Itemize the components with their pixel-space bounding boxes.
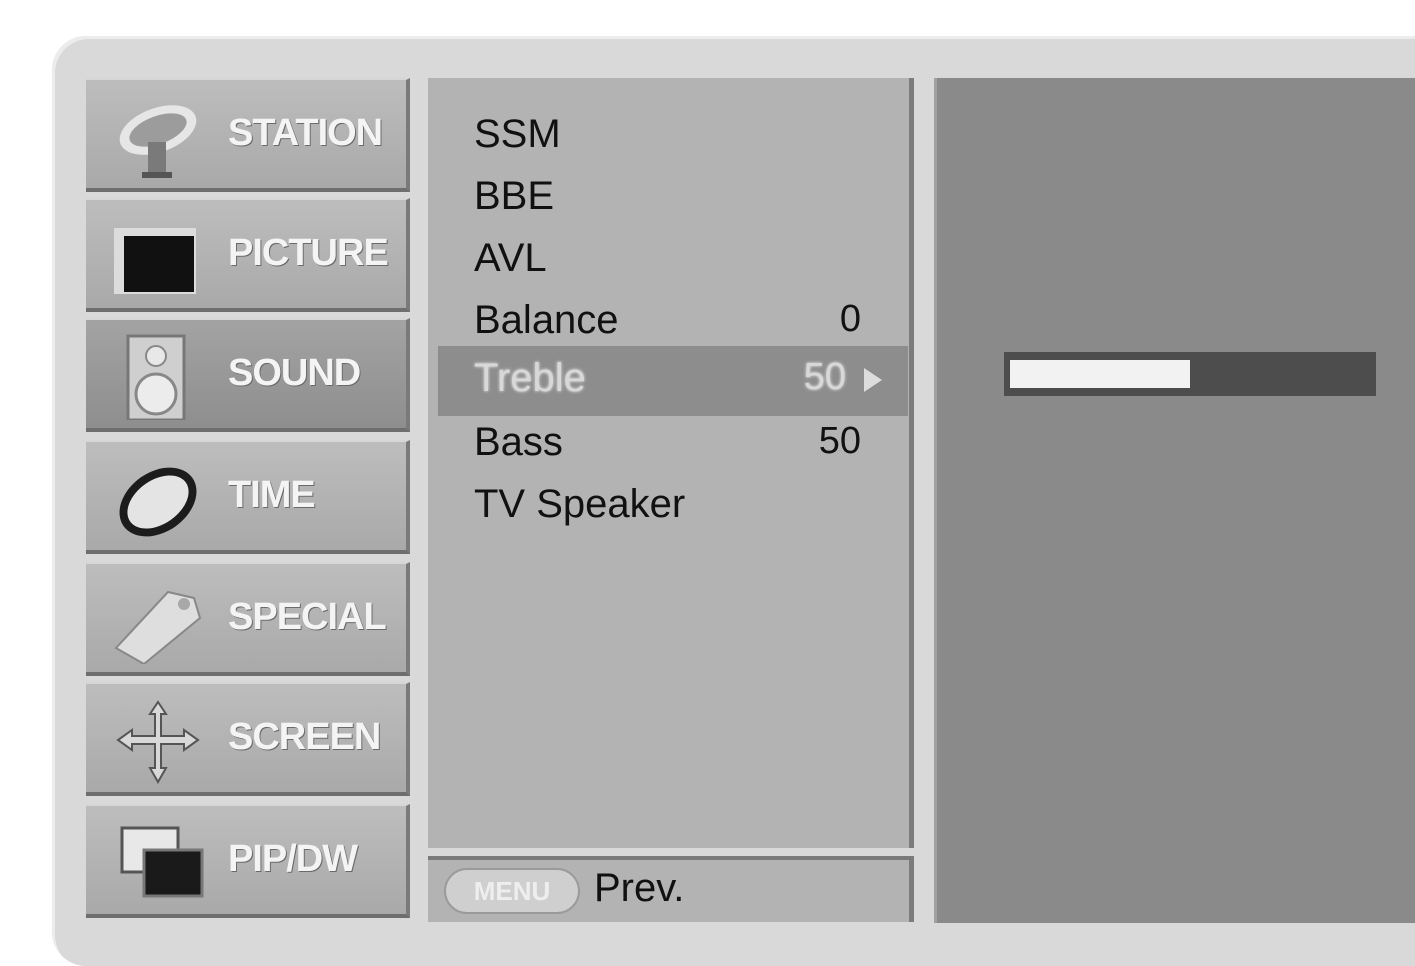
option-treble[interactable]: Treble 50 (438, 346, 908, 416)
arrow-right-icon (864, 368, 882, 392)
category-pip-dw[interactable]: PIP/DW (86, 804, 410, 918)
category-menu: STATION PICTURE SOUND TIME SPECIAL SCREE… (86, 78, 412, 923)
option-balance[interactable]: Balance 0 (428, 288, 909, 350)
option-ssm[interactable]: SSM (428, 102, 909, 164)
option-tv-speaker[interactable]: TV Speaker (428, 472, 909, 534)
special-tag-icon (108, 578, 208, 666)
option-label: TV Speaker (474, 482, 686, 526)
category-special[interactable]: SPECIAL (86, 562, 410, 676)
category-label: TIME (228, 474, 316, 516)
category-time[interactable]: TIME (86, 440, 410, 554)
option-bass[interactable]: Bass 50 (428, 410, 909, 472)
tv-screen-icon (108, 214, 208, 300)
clock-icon (108, 456, 208, 542)
option-value: 50 (818, 420, 861, 462)
category-screen[interactable]: SCREEN (86, 682, 410, 796)
option-label: SSM (474, 112, 561, 156)
pip-windows-icon (108, 820, 208, 906)
category-label: PIP/DW (228, 838, 358, 880)
category-station[interactable]: STATION (86, 78, 410, 192)
option-label: AVL (474, 236, 547, 280)
satellite-dish-icon (108, 94, 208, 180)
category-label: STATION (228, 112, 383, 154)
category-label: SOUND (228, 352, 361, 394)
move-arrows-icon (108, 698, 208, 785)
option-label: Balance (474, 298, 619, 342)
prev-label: Prev. (594, 866, 685, 910)
category-label: SPECIAL (228, 596, 387, 638)
option-value: 50 (803, 356, 846, 398)
menu-button[interactable]: MENU (444, 868, 580, 914)
treble-slider-fill (1010, 360, 1190, 388)
option-value: 0 (839, 298, 861, 340)
category-label: SCREEN (228, 716, 381, 758)
category-picture[interactable]: PICTURE (86, 198, 410, 312)
category-label: PICTURE (228, 232, 389, 274)
option-label: BBE (474, 174, 555, 218)
option-label: Bass (474, 420, 563, 464)
sound-options-panel: SSM BBE AVL Balance 0 Treble 50 Bass 50 … (428, 78, 914, 848)
speaker-icon (108, 334, 208, 422)
treble-slider[interactable] (1004, 352, 1376, 396)
option-avl[interactable]: AVL (428, 226, 909, 288)
category-sound[interactable]: SOUND (86, 318, 410, 432)
footer-bar: MENU Prev. (428, 856, 914, 922)
option-label: Treble (474, 356, 586, 400)
option-bbe[interactable]: BBE (428, 164, 909, 226)
adjust-panel (934, 78, 1415, 923)
